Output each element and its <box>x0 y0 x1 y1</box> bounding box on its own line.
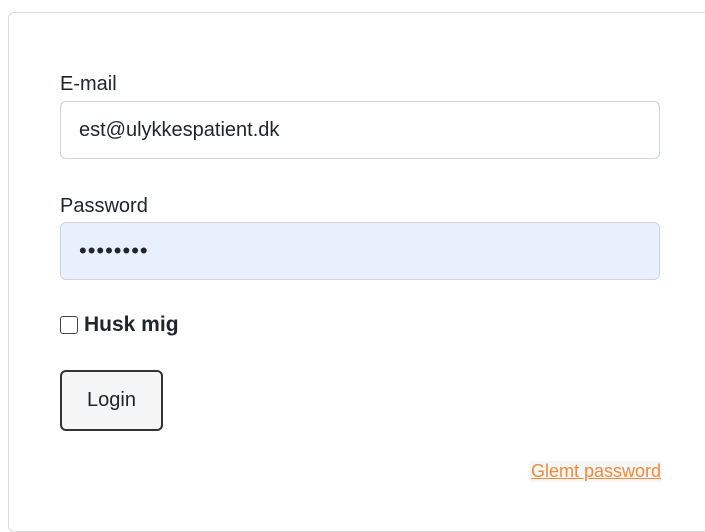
login-button[interactable]: Login <box>60 370 163 431</box>
remember-me-label[interactable]: Husk mig <box>84 313 179 337</box>
email-field[interactable] <box>60 101 660 159</box>
email-label: E-mail <box>60 73 117 95</box>
forgot-password-link[interactable]: Glemt password <box>530 461 663 482</box>
remember-me-row: Husk mig <box>60 313 179 337</box>
remember-me-checkbox[interactable] <box>60 316 78 334</box>
password-field[interactable] <box>60 222 660 280</box>
password-label: Password <box>60 195 148 217</box>
